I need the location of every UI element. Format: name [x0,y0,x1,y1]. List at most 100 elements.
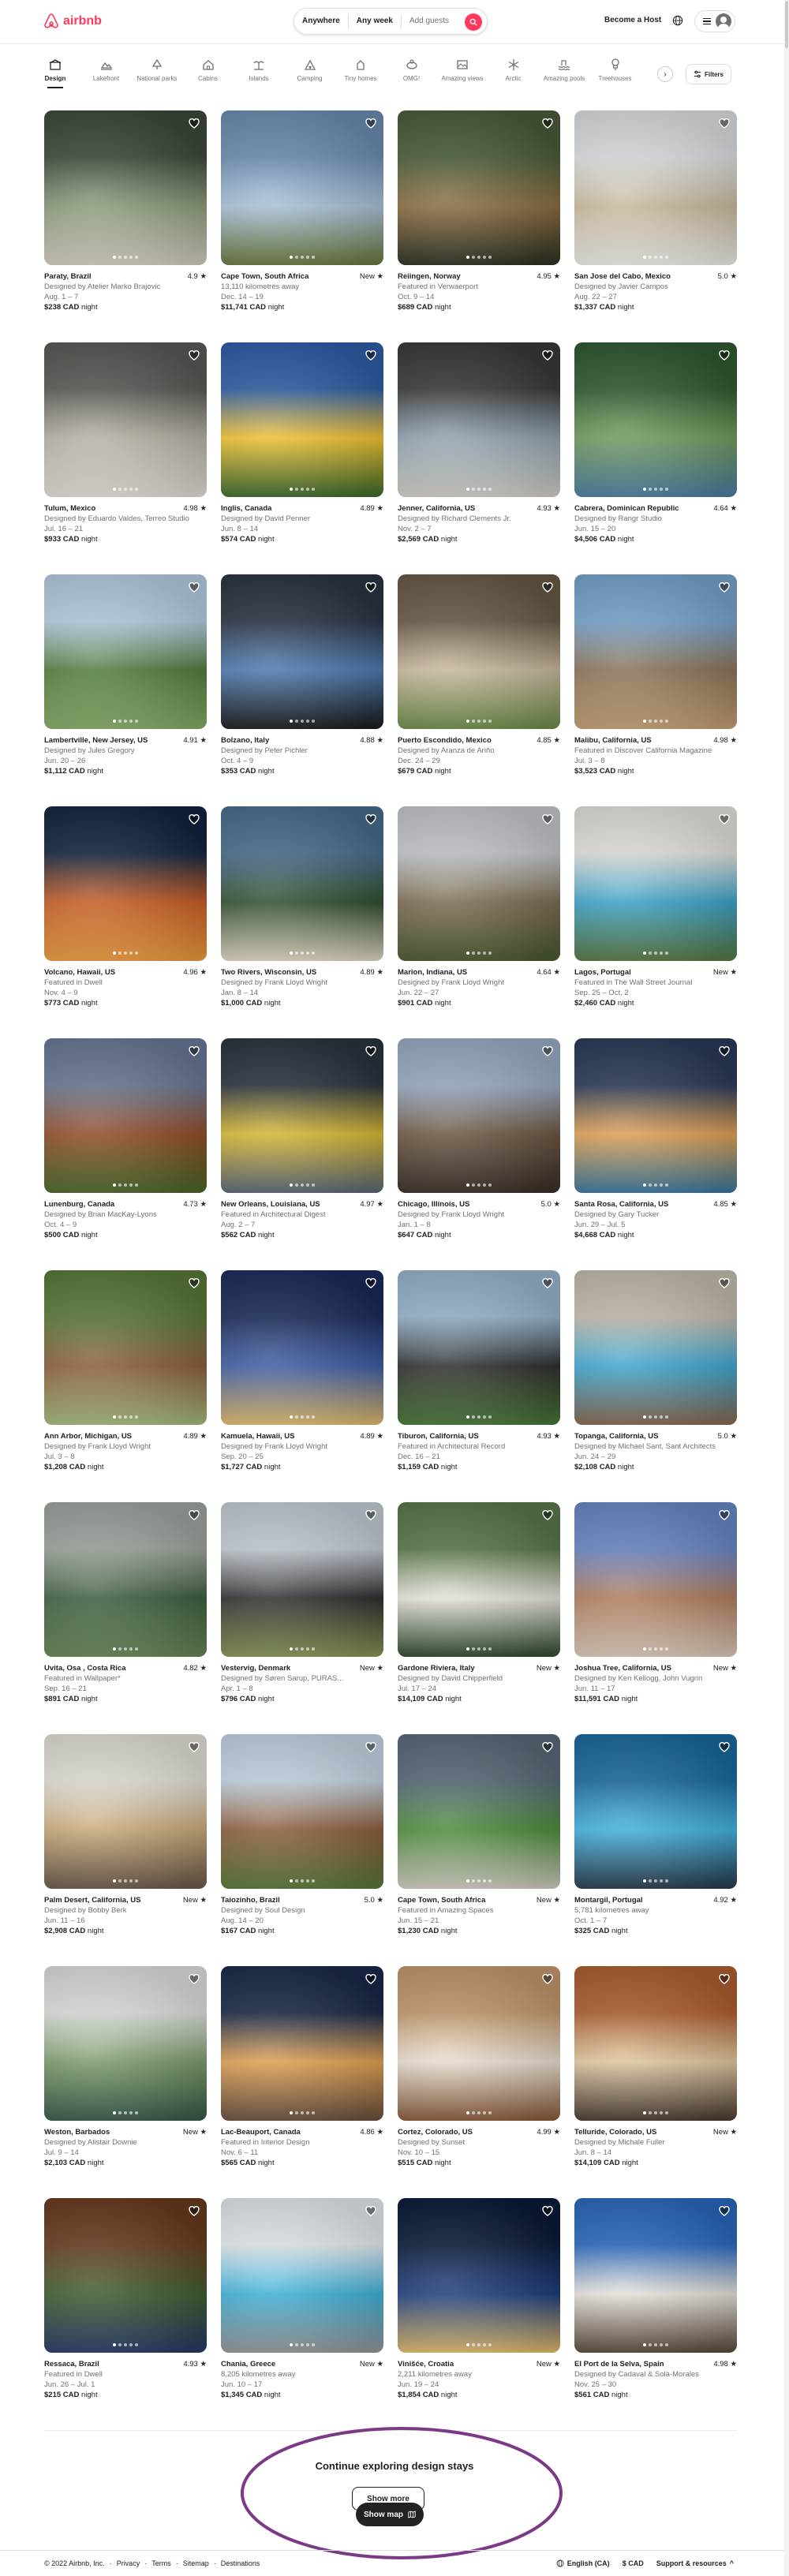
heart-icon[interactable] [188,813,200,825]
listing-card[interactable]: Chicago, Illinois, US 5.0 ★ Designed by Fr… [398,1038,560,1270]
search-who[interactable]: Add guests [402,14,457,28]
heart-icon[interactable] [718,349,731,361]
heart-icon[interactable] [718,1972,731,1985]
heart-icon[interactable] [541,1277,554,1289]
listing-photo[interactable] [398,1966,560,2121]
heart-icon[interactable] [188,581,200,593]
listing-photo[interactable] [221,2198,383,2353]
listing-card[interactable]: Topanga, California, US 5.0 ★ Designed by … [574,1270,737,1502]
listing-card[interactable]: Paraty, Brazil 4.9 ★ Designed by Atelier M… [44,110,207,342]
listing-card[interactable]: Gardone Riviera, Italy New ★ Designed by D… [398,1502,560,1734]
search-button[interactable] [465,13,482,31]
heart-icon[interactable] [188,1277,200,1289]
heart-icon[interactable] [718,1740,731,1753]
listing-photo[interactable] [221,1270,383,1425]
listing-card[interactable]: Lunenburg, Canada 4.73 ★ Designed by Brian… [44,1038,207,1270]
show-map-button[interactable]: Show map [356,2503,424,2526]
category-national-parks[interactable]: National parks [133,58,181,82]
listing-photo[interactable] [44,574,207,729]
airbnb-logo[interactable]: airbnb [43,13,102,30]
footer-link-terms[interactable]: Terms [151,2559,171,2567]
heart-icon[interactable] [718,2204,731,2217]
heart-icon[interactable] [188,349,200,361]
listing-card[interactable]: Palm Desert, California, US New ★ Designed… [44,1734,207,1966]
listing-card[interactable]: Santa Rosa, California, US 4.85 ★ Designed… [574,1038,737,1270]
become-host-link[interactable]: Become a Host [604,16,661,24]
user-menu-button[interactable] [694,10,735,32]
listing-card[interactable]: Volcano, Hawaii, US 4.96 ★ Featured in Dwe… [44,806,207,1038]
heart-icon[interactable] [541,813,554,825]
listing-photo[interactable] [574,806,737,961]
search-bar[interactable]: Anywhere Any week Add guests [294,8,488,35]
heart-icon[interactable] [188,1045,200,1057]
listing-photo[interactable] [44,806,207,961]
listing-card[interactable]: Lac-Beauport, Canada 4.86 ★ Featured in In… [221,1966,383,2198]
footer-link-sitemap[interactable]: Sitemap [183,2559,209,2567]
listing-card[interactable]: Weston, Barbados New ★ Designed by Alistai… [44,1966,207,2198]
heart-icon[interactable] [718,581,731,593]
listing-photo[interactable] [398,2198,560,2353]
listing-photo[interactable] [44,1734,207,1889]
category-lakefront[interactable]: Lakefront [83,58,130,82]
category-amazing-views[interactable]: Amazing views [439,58,486,82]
listing-photo[interactable] [221,1966,383,2121]
listing-card[interactable]: Montargil, Portugal 4.92 ★ 5,781 kilometre… [574,1734,737,1966]
listing-card[interactable]: Bolzano, Italy 4.88 ★ Designed by Peter Pi… [221,574,383,806]
listing-photo[interactable] [398,1038,560,1193]
listing-photo[interactable] [574,1270,737,1425]
listing-card[interactable]: El Port de la Selva, Spain 4.98 ★ Designed… [574,2198,737,2430]
listing-photo[interactable] [221,1038,383,1193]
listing-card[interactable]: Tulum, Mexico 4.98 ★ Designed by Eduardo V… [44,342,207,574]
listing-card[interactable]: Two Rivers, Wisconsin, US 4.89 ★ Designed … [221,806,383,1038]
category-arctic[interactable]: Arctic [490,58,537,82]
heart-icon[interactable] [541,2204,554,2217]
listing-photo[interactable] [574,2198,737,2353]
heart-icon[interactable] [188,1509,200,1521]
listing-photo[interactable] [574,1734,737,1889]
listing-card[interactable]: Vinišće, Croatia New ★ 2,211 kilometres aw… [398,2198,560,2430]
listing-photo[interactable] [221,806,383,961]
heart-icon[interactable] [365,813,377,825]
listing-photo[interactable] [44,110,207,265]
listing-photo[interactable] [574,574,737,729]
listing-photo[interactable] [44,1038,207,1193]
heart-icon[interactable] [365,349,377,361]
listing-card[interactable]: Lambertville, New Jersey, US 4.91 ★ Design… [44,574,207,806]
heart-icon[interactable] [718,1277,731,1289]
category-next-button[interactable]: › [657,66,673,82]
heart-icon[interactable] [365,1045,377,1057]
heart-icon[interactable] [718,1045,731,1057]
listing-card[interactable]: Lagos, Portugal New ★ Featured in The Wall… [574,806,737,1038]
heart-icon[interactable] [541,581,554,593]
listing-card[interactable]: Tiburon, California, US 4.93 ★ Featured in… [398,1270,560,1502]
heart-icon[interactable] [365,581,377,593]
category-design[interactable]: Design [32,58,79,88]
page-scrollbar[interactable] [784,0,789,2576]
listing-photo[interactable] [221,1734,383,1889]
heart-icon[interactable] [718,813,731,825]
listing-photo[interactable] [221,1502,383,1657]
listing-photo[interactable] [574,1966,737,2121]
listing-photo[interactable] [398,574,560,729]
listing-card[interactable]: Joshua Tree, California, US New ★ Designed… [574,1502,737,1734]
heart-icon[interactable] [541,349,554,361]
listing-card[interactable]: Reiingen, Norway 4.95 ★ Featured in Verwae… [398,110,560,342]
globe-icon[interactable] [672,15,683,26]
footer-link-privacy[interactable]: Privacy [117,2559,140,2567]
heart-icon[interactable] [541,117,554,129]
heart-icon[interactable] [718,1509,731,1521]
listing-card[interactable]: Cabrera, Dominican Republic 4.64 ★ Designe… [574,342,737,574]
listing-photo[interactable] [44,2198,207,2353]
listing-photo[interactable] [574,342,737,497]
category-treehouses[interactable]: Treehouses [592,58,639,82]
heart-icon[interactable] [365,1972,377,1985]
category-amazing-pools[interactable]: Amazing pools [540,58,588,82]
listing-card[interactable]: New Orleans, Louisiana, US 4.97 ★ Featured… [221,1038,383,1270]
listing-photo[interactable] [44,342,207,497]
heart-icon[interactable] [718,117,731,129]
category-omg[interactable]: OMG! [388,58,436,82]
listing-photo[interactable] [221,342,383,497]
listing-card[interactable]: Ann Arbor, Michigan, US 4.89 ★ Designed by… [44,1270,207,1502]
listing-photo[interactable] [44,1502,207,1657]
category-cabins[interactable]: Cabins [185,58,232,82]
